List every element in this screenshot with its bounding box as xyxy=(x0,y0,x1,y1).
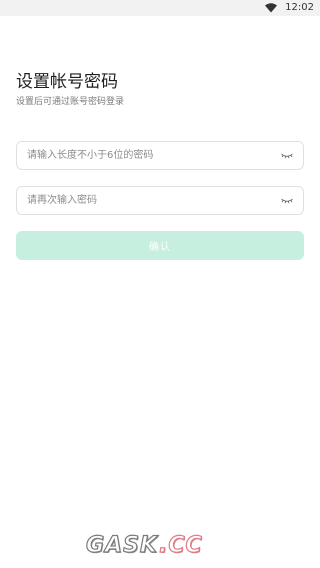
page-title: 设置帐号密码 xyxy=(16,72,118,92)
password-field xyxy=(16,141,304,170)
eye-closed-icon xyxy=(281,198,293,203)
confirm-password-field xyxy=(16,186,304,215)
status-indicators: 12:02 xyxy=(265,1,314,15)
status-time: 12:02 xyxy=(285,2,314,13)
watermark-text-accent: .CC xyxy=(158,532,203,558)
set-password-screen: 12:02 设置帐号密码 设置后可通过账号密码登录 确认 GASK .CC xyxy=(0,0,320,568)
page-subtitle: 设置后可通过账号密码登录 xyxy=(16,97,125,107)
status-bar: 12:02 xyxy=(0,0,320,16)
password-visibility-toggle[interactable] xyxy=(275,142,299,169)
confirm-password-visibility-toggle[interactable] xyxy=(275,187,299,214)
wifi-icon xyxy=(265,3,278,13)
eye-closed-icon xyxy=(281,153,293,158)
confirm-button[interactable]: 确认 xyxy=(16,231,304,260)
watermark-text-main: GASK xyxy=(85,532,158,558)
watermark-logo: GASK .CC xyxy=(85,532,203,558)
confirm-password-input[interactable] xyxy=(17,187,275,214)
password-input[interactable] xyxy=(17,142,275,169)
